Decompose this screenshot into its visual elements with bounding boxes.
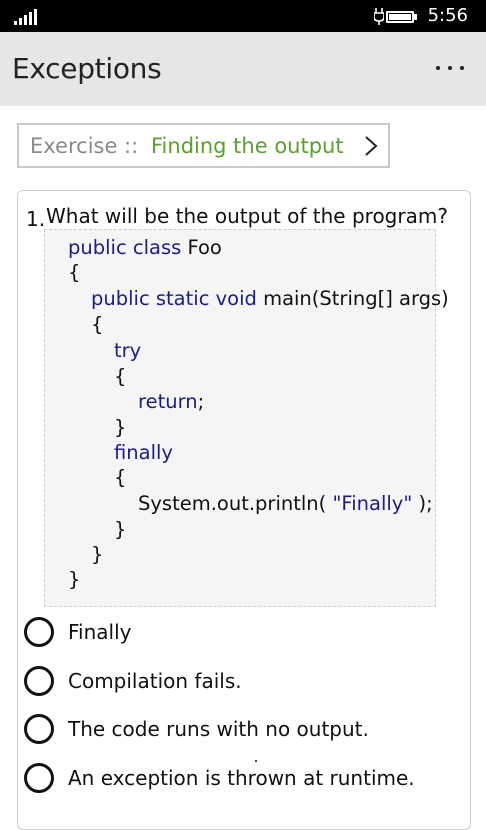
code-line-14: } [68,568,81,591]
code-string: "Finally" [332,492,413,515]
page-title: Exceptions [12,52,162,85]
answer-option-2[interactable]: Compilation fails. [24,663,464,699]
code-text: main(String[] args) [256,287,449,310]
code-text: System.out.println( [138,492,333,515]
exercise-prefix-label: Exercise :: [30,134,139,158]
question-text: What will be the output of the program? [46,204,448,228]
ellipsis-icon-dot [448,66,452,70]
battery-charging-icon [374,8,418,25]
answer-option-3[interactable]: The code runs with no output. [24,711,464,747]
code-line-5: try [114,339,141,362]
code-keyword: public class [68,236,182,259]
code-keyword: try [114,339,142,362]
ellipsis-icon-dot [460,66,464,70]
answer-option-label: Compilation fails. [68,669,242,693]
code-line-7: return; [138,390,204,413]
code-line-4: { [91,313,104,336]
code-line-9: finally [114,441,173,464]
radio-button[interactable] [24,763,54,793]
code-text: ; [197,390,205,413]
code-keyword: return [138,390,198,413]
more-options-button[interactable] [430,56,470,80]
status-bar: 5:56 [0,0,486,32]
code-line-1: public class Foo [68,236,222,259]
exercise-selector-button[interactable]: Exercise :: Finding the output [17,123,390,168]
chevron-right-icon [365,136,378,156]
code-line-2: { [68,261,81,284]
answer-option-label: An exception is thrown at runtime. [68,766,415,790]
status-clock: 5:56 [427,5,468,26]
answer-option-label: Finally [68,620,132,644]
answer-option-1[interactable]: Finally [24,614,464,650]
answer-option-label: The code runs with no output. [68,717,369,741]
code-line-6: { [114,365,127,388]
code-line-8: } [114,416,127,439]
answer-option-4[interactable]: An exception is thrown at runtime. [24,760,464,796]
code-line-11: System.out.println( "Finally" ); [138,492,433,515]
code-line-12: } [114,518,127,541]
exercise-name-label: Finding the output [151,134,344,158]
code-line-10: { [114,466,127,489]
code-line-3: public static void main(String[] args) [91,287,449,310]
signal-strength-icon [14,7,44,25]
question-number: 1. [26,207,46,231]
app-header: Exceptions [0,32,486,106]
code-keyword: finally [114,441,173,464]
radio-button[interactable] [24,666,54,696]
radio-button[interactable] [24,617,54,647]
code-line-13: } [91,543,104,566]
ellipsis-icon [436,66,440,70]
code-text: ); [412,492,433,515]
radio-button[interactable] [24,714,54,744]
code-keyword: public static void [91,287,257,310]
code-text: Foo [181,236,222,259]
